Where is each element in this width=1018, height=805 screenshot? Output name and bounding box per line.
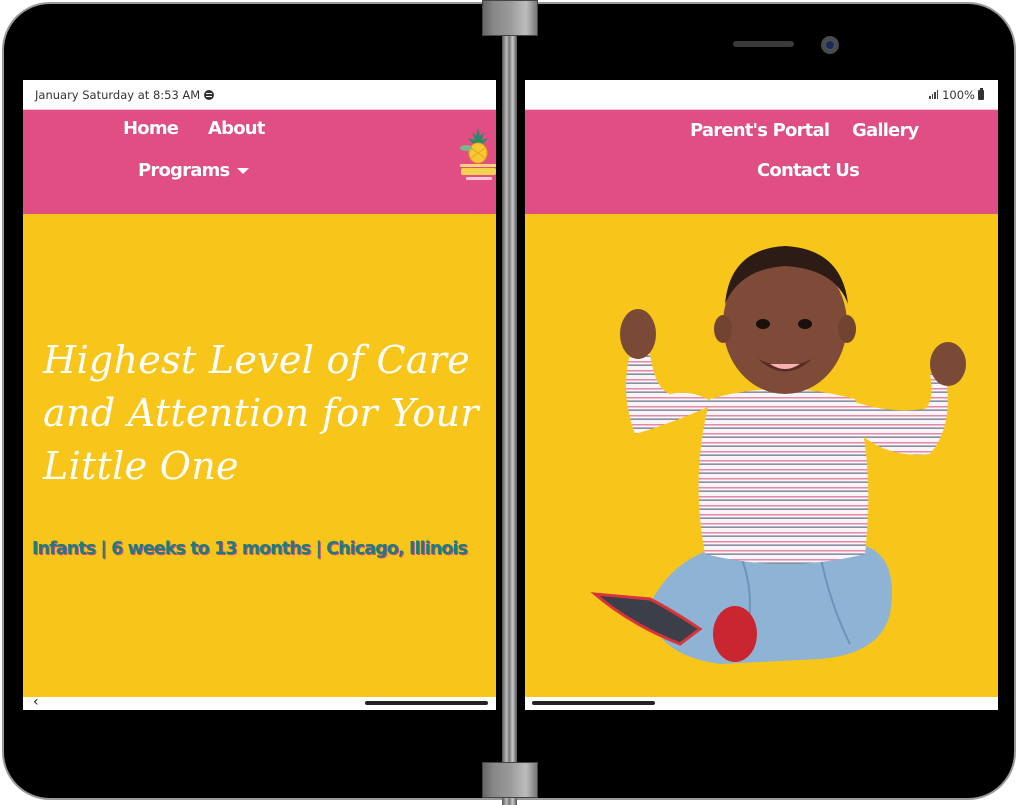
nav-parents-portal-link[interactable]: Parent's Portal	[690, 120, 830, 141]
nav-gallery-link[interactable]: Gallery	[852, 120, 919, 141]
baby-arm-right	[855, 374, 948, 455]
message-icon	[204, 89, 215, 100]
hero-section	[525, 214, 998, 697]
hero-title: Highest Level of Care and Attention for …	[43, 338, 479, 488]
hinge-bottom	[482, 762, 538, 798]
status-bar: January Saturday at 8:53 AM	[23, 80, 496, 110]
speaker-grille	[733, 41, 794, 47]
nav-home-link[interactable]: Home	[123, 118, 179, 139]
pineapple-logo[interactable]	[458, 126, 496, 184]
nav-programs-label: Programs	[138, 160, 230, 181]
right-screen: 100% Parent's Portal Gallery Contact Us	[525, 80, 998, 710]
baby-arm-left	[626, 354, 715, 434]
nav-about-link[interactable]: About	[208, 118, 265, 139]
nav-programs-dropdown[interactable]: Programs	[138, 160, 250, 181]
caret-down-icon	[237, 168, 250, 174]
hero-subtitle: Infants | 6 weeks to 13 months | Chicago…	[32, 539, 468, 559]
baby-hand-right	[930, 342, 966, 386]
baby-shirt	[698, 389, 869, 564]
device-hinge	[502, 0, 517, 805]
status-datetime: January Saturday at 8:53 AM	[35, 87, 201, 102]
nav-contact-us-link[interactable]: Contact Us	[757, 160, 860, 181]
baby-shoe-right	[713, 606, 757, 662]
smiling-baby-photo	[590, 246, 966, 664]
hinge-top	[482, 0, 538, 36]
left-screen: January Saturday at 8:53 AM Home About P…	[23, 80, 496, 710]
signal-icon	[929, 90, 939, 99]
status-bar: 100%	[525, 80, 998, 110]
home-gesture-bar[interactable]	[532, 701, 655, 705]
camera-icon	[821, 36, 839, 54]
site-navbar: Parent's Portal Gallery Contact Us	[525, 110, 998, 214]
site-navbar: Home About Programs	[23, 110, 496, 214]
system-nav-bar: ‹	[23, 694, 496, 710]
battery-icon	[978, 87, 984, 100]
system-nav-bar	[525, 697, 998, 710]
back-icon[interactable]: ‹	[33, 694, 39, 710]
hero-section: Highest Level of Care and Attention for …	[23, 214, 496, 697]
baby-hand-left	[620, 309, 656, 359]
battery-level: 100%	[942, 87, 975, 102]
home-gesture-bar[interactable]	[365, 701, 488, 705]
